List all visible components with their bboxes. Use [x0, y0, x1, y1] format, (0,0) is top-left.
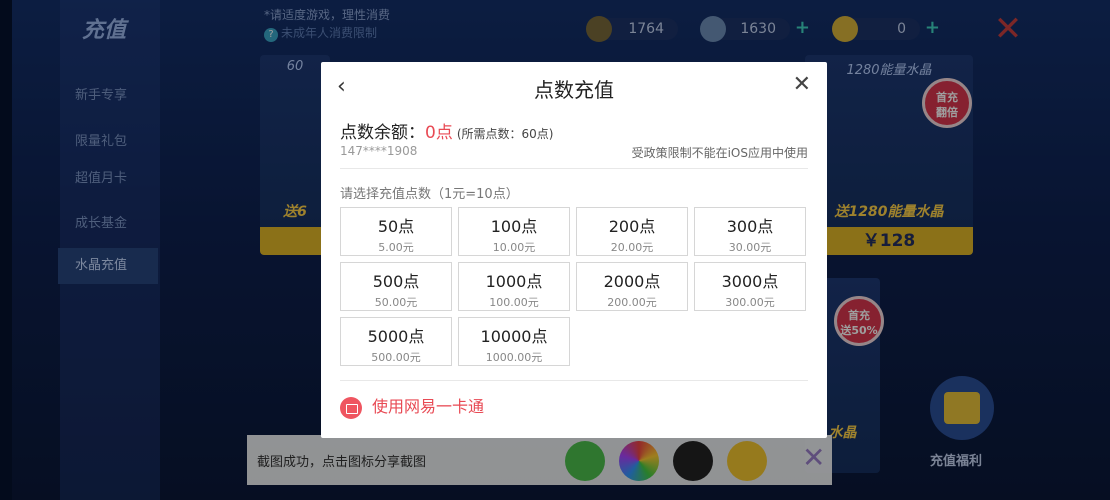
option-points: 500点	[372, 272, 420, 291]
option-price: 10.00元	[492, 241, 536, 254]
points-option[interactable]: 100点 10.00元	[458, 207, 570, 256]
points-option[interactable]: 300点 30.00元	[694, 207, 806, 256]
balance-label: 点数余额：	[340, 123, 425, 143]
points-option[interactable]: 10000点 1000.00元	[458, 317, 570, 366]
option-price: 500.00元	[371, 351, 421, 364]
balance-line: 点数余额：0点 (所需点数：60点)	[340, 118, 553, 143]
account-number: 147****1908	[340, 144, 418, 158]
required-points: (所需点数：60点)	[456, 127, 554, 141]
choose-points-label: 请选择充值点数（1元=10点）	[340, 187, 519, 202]
option-price: 30.00元	[728, 241, 772, 254]
recharge-dialog: ‹ 点数充值 ✕ 点数余额：0点 (所需点数：60点) 147****1908 受…	[321, 62, 827, 438]
option-price: 50.00元	[374, 296, 418, 309]
option-points: 50点	[377, 217, 415, 236]
option-points: 200点	[608, 217, 656, 236]
option-price: 5.00元	[378, 241, 414, 254]
balance-value: 0点	[425, 123, 453, 143]
option-points: 100点	[490, 217, 538, 236]
option-points: 5000点	[367, 327, 425, 346]
points-option[interactable]: 3000点 300.00元	[694, 262, 806, 311]
points-option[interactable]: 2000点 200.00元	[576, 262, 688, 311]
ios-policy-note: 受政策限制不能在iOS应用中使用	[631, 146, 808, 160]
dialog-title: 点数充值	[534, 78, 614, 102]
points-option[interactable]: 1000点 100.00元	[458, 262, 570, 311]
option-price: 100.00元	[489, 296, 539, 309]
divider	[340, 380, 808, 381]
option-points: 2000点	[603, 272, 661, 291]
option-price: 20.00元	[610, 241, 654, 254]
option-price: 200.00元	[607, 296, 657, 309]
card-icon	[340, 396, 362, 419]
option-points: 10000点	[480, 327, 548, 346]
option-points: 300点	[726, 217, 774, 236]
option-price: 1000.00元	[485, 351, 543, 364]
yikatong-label: 使用网易一卡通	[372, 397, 485, 416]
option-price: 300.00元	[725, 296, 775, 309]
points-option[interactable]: 5000点 500.00元	[340, 317, 452, 366]
option-points: 1000点	[485, 272, 543, 291]
use-yikatong-button[interactable]: 使用网易一卡通	[340, 393, 484, 419]
points-option[interactable]: 500点 50.00元	[340, 262, 452, 311]
points-option[interactable]: 50点 5.00元	[340, 207, 452, 256]
option-points: 3000点	[721, 272, 779, 291]
dialog-close-icon[interactable]: ✕	[793, 72, 811, 97]
divider	[340, 168, 808, 169]
points-option[interactable]: 200点 20.00元	[576, 207, 688, 256]
